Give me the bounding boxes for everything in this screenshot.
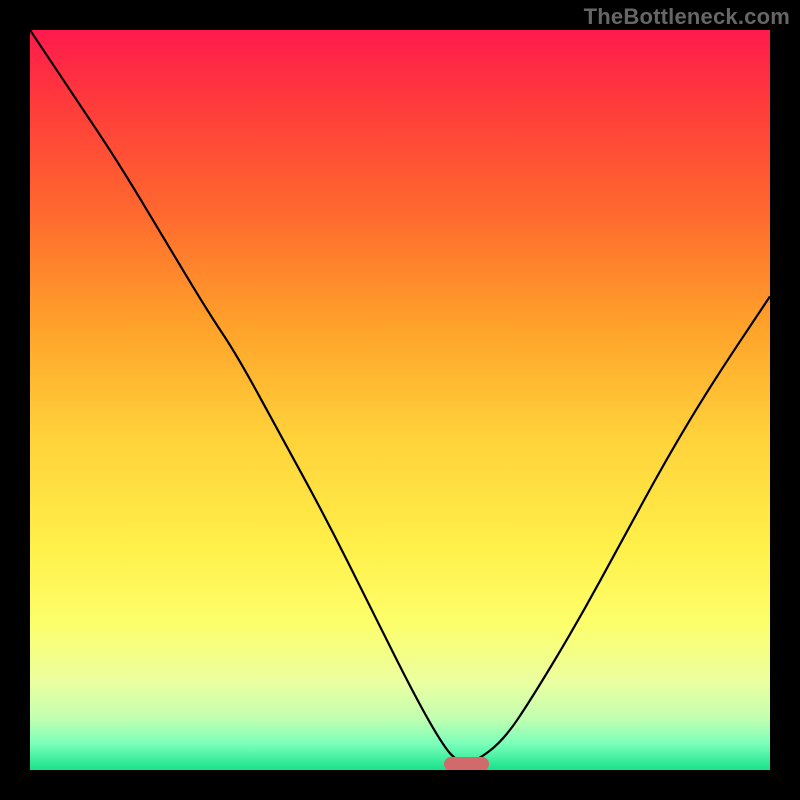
plot-svg xyxy=(30,30,770,770)
min-marker xyxy=(444,757,488,770)
gradient-fill xyxy=(30,30,770,770)
chart-frame: TheBottleneck.com xyxy=(0,0,800,800)
watermark-text: TheBottleneck.com xyxy=(584,4,790,30)
plot-area xyxy=(30,30,770,770)
